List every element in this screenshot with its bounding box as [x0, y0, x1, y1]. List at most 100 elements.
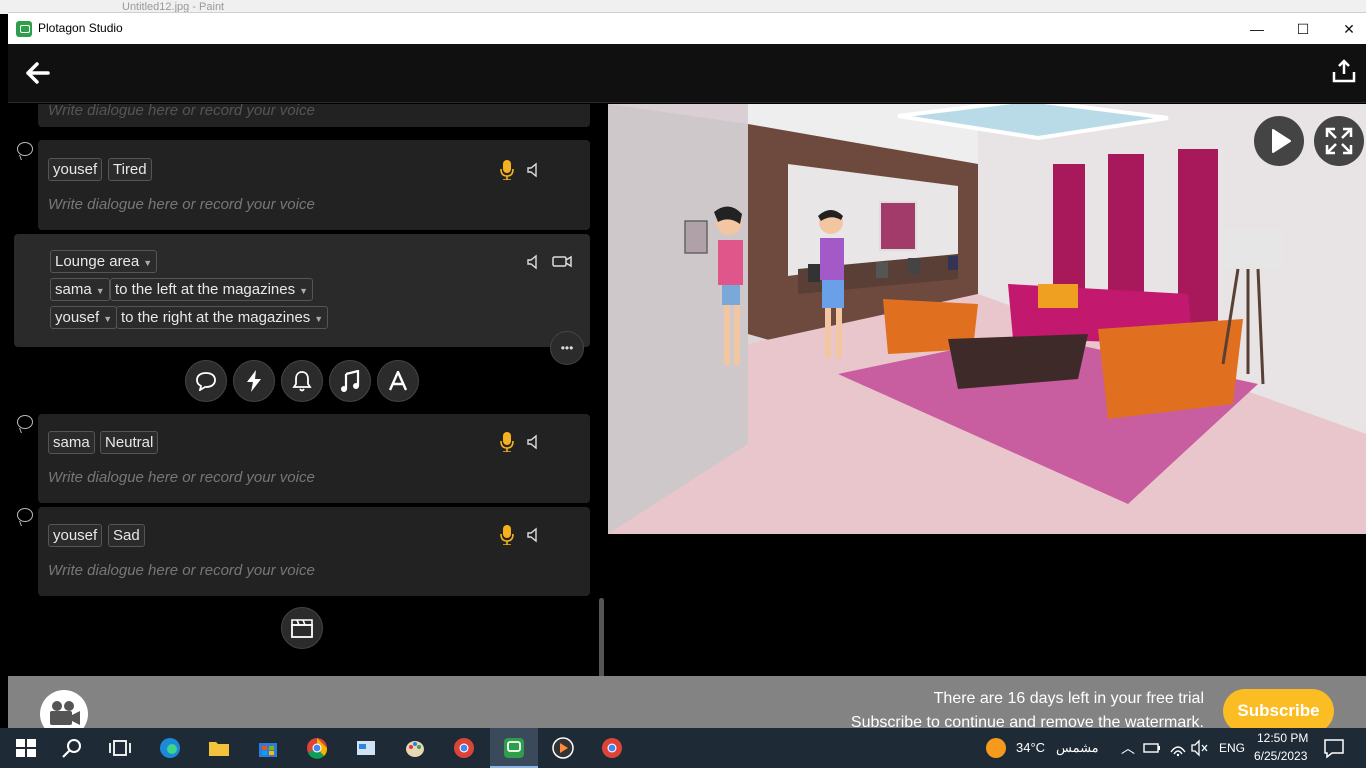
show-hidden-icons-chevron-icon[interactable]: ︿ [1121, 738, 1135, 758]
position-dropdown[interactable]: to the right at the magazines ▼ [116, 306, 329, 329]
share-export-icon[interactable] [1331, 58, 1357, 84]
scene-preview[interactable] [608, 104, 1366, 534]
chrome-profile-icon[interactable] [452, 736, 476, 760]
dropdown-caret-icon: ▼ [143, 258, 153, 268]
window-title: Plotagon Studio [38, 21, 123, 35]
script-panel[interactable]: Write dialogue here or record your voice… [8, 104, 596, 687]
dialogue-bubble-icon [17, 415, 33, 429]
position-dropdown[interactable]: to the left at the magazines ▼ [110, 278, 314, 301]
dialogue-card-1[interactable]: yousef Tired Write dialogue here or reco… [38, 140, 590, 230]
speaker-icon[interactable] [526, 254, 542, 270]
dialogue-placeholder[interactable]: Write dialogue here or record your voice [48, 469, 315, 486]
plotagon-app-icon [16, 21, 32, 37]
plotagon-taskbar-icon [504, 738, 524, 758]
add-music-button[interactable] [329, 360, 371, 402]
app-toolbar [8, 44, 1366, 103]
task-view-icon[interactable] [108, 736, 132, 760]
camera-icon[interactable] [552, 254, 572, 270]
add-scene-button[interactable] [281, 607, 323, 649]
add-action-button[interactable] [233, 360, 275, 402]
lightning-icon [247, 370, 261, 392]
maximize-button[interactable]: ☐ [1280, 13, 1326, 45]
add-sound-effect-button[interactable] [281, 360, 323, 402]
lounge-scene-image [608, 104, 1366, 534]
dialogue-placeholder[interactable]: Write dialogue here or record your voice [48, 562, 315, 579]
chrome-icon[interactable] [305, 736, 329, 760]
scene-location-label: Lounge area [55, 253, 140, 270]
music-note-icon [341, 370, 360, 392]
notification-center-icon[interactable] [1322, 736, 1346, 760]
dropdown-caret-icon: ▼ [299, 286, 309, 296]
minimize-button[interactable]: — [1234, 13, 1280, 45]
edge-browser-icon[interactable] [158, 736, 182, 760]
fullscreen-button[interactable] [1314, 116, 1364, 166]
character-dropdown[interactable]: yousef ▼ [50, 306, 118, 329]
battery-icon[interactable] [1142, 738, 1162, 758]
title-bar: Plotagon Studio — ☐ ✕ [8, 12, 1366, 44]
character-label: yousef [55, 309, 100, 326]
paint-icon[interactable] [403, 736, 427, 760]
volume-muted-icon[interactable] [1190, 738, 1210, 758]
emotion-tag[interactable]: Neutral [100, 431, 159, 454]
microsoft-store-icon[interactable] [256, 736, 280, 760]
scene-location-dropdown[interactable]: Lounge area ▼ [50, 250, 158, 273]
dialogue-bubble-icon [17, 142, 33, 156]
chrome-second-profile-icon[interactable] [600, 736, 624, 760]
clock-date[interactable]: 6/25/2023 [1254, 749, 1307, 763]
dialogue-bubble-icon [17, 508, 33, 522]
speaker-icon[interactable] [526, 527, 542, 543]
character-tag[interactable]: yousef [48, 524, 103, 547]
wifi-icon[interactable] [1168, 738, 1188, 758]
speech-bubble-icon [196, 372, 216, 391]
media-player-icon[interactable] [551, 736, 575, 760]
play-button[interactable] [1254, 116, 1304, 166]
plotagon-window: Plotagon Studio — ☐ ✕ Write dialogue her… [8, 12, 1366, 740]
control-panel-icon[interactable] [354, 736, 378, 760]
add-dialogue-button[interactable] [185, 360, 227, 402]
script-scrollbar-thumb[interactable] [599, 598, 604, 686]
dialogue-placeholder[interactable]: Write dialogue here or record your voice [48, 196, 315, 213]
character-tag[interactable]: sama [48, 431, 95, 454]
scene-card[interactable]: Lounge area ▼ sama ▼ to the left at the ma… [14, 234, 590, 347]
dropdown-caret-icon: ▼ [103, 314, 113, 324]
dropdown-caret-icon: ▼ [95, 286, 105, 296]
character-dropdown[interactable]: sama ▼ [50, 278, 110, 301]
search-icon[interactable] [60, 736, 84, 760]
microphone-icon[interactable] [500, 525, 514, 545]
clapperboard-icon [291, 619, 313, 638]
windows-taskbar: 34°C مشمس ︿ ENG 12:50 PM 6/25/2023 [0, 728, 1366, 768]
emotion-tag[interactable]: Sad [108, 524, 145, 547]
speaker-icon[interactable] [526, 434, 542, 450]
weather-temperature[interactable]: 34°C [1016, 740, 1045, 755]
close-button[interactable]: ✕ [1326, 13, 1366, 45]
position-label: to the right at the magazines [121, 309, 311, 326]
input-language[interactable]: ENG [1219, 741, 1245, 755]
microphone-icon[interactable] [500, 160, 514, 180]
microphone-icon[interactable] [500, 432, 514, 452]
back-arrow-icon[interactable] [26, 62, 50, 84]
more-options-button[interactable]: ••• [550, 331, 584, 365]
text-letter-icon [388, 371, 408, 391]
fullscreen-expand-icon [1325, 127, 1353, 155]
subscribe-button[interactable]: Subscribe [1223, 689, 1334, 733]
emotion-tag[interactable]: Tired [108, 158, 152, 181]
dialogue-placeholder[interactable]: Write dialogue here or record your voice [48, 104, 315, 119]
character-label: sama [55, 281, 92, 298]
file-explorer-icon[interactable] [207, 736, 231, 760]
windows-start-icon[interactable] [14, 736, 38, 760]
add-text-button[interactable] [377, 360, 419, 402]
dialogue-card-partial[interactable]: Write dialogue here or record your voice [38, 104, 590, 127]
clock-time[interactable]: 12:50 PM [1257, 731, 1308, 745]
dropdown-caret-icon: ▼ [314, 314, 324, 324]
dialogue-card-3[interactable]: yousef Sad Write dialogue here or record… [38, 507, 590, 596]
weather-condition[interactable]: مشمس [1056, 740, 1099, 756]
weather-sun-icon[interactable] [984, 736, 1008, 760]
position-label: to the left at the magazines [115, 281, 296, 298]
trial-days-left-text: There are 16 days left in your free tria… [933, 690, 1204, 707]
active-plotagon-taskbar-item[interactable] [490, 728, 538, 768]
preview-letterbox [608, 534, 1366, 687]
speaker-icon[interactable] [526, 162, 542, 178]
play-icon [1272, 129, 1291, 153]
dialogue-card-2[interactable]: sama Neutral Write dialogue here or reco… [38, 414, 590, 503]
character-tag[interactable]: yousef [48, 158, 103, 181]
